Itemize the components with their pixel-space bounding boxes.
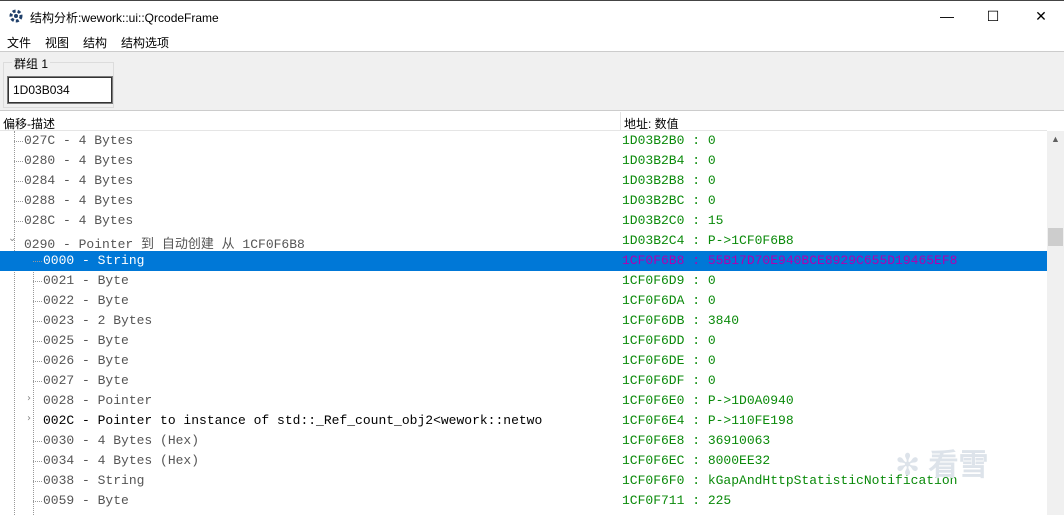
row-description: 0027 - Byte xyxy=(43,373,129,388)
row-description: 028C - 4 Bytes xyxy=(24,213,134,228)
row-value: 1CF0F6E8 : 36910063 xyxy=(622,433,771,448)
row-value: 1D03B2C0 : 15 xyxy=(622,213,724,228)
minimize-button[interactable]: — xyxy=(924,1,970,32)
tree-row[interactable]: 0030 - 4 Bytes (Hex) 1CF0F6E8 : 36910063 xyxy=(0,431,1047,451)
tree-row[interactable]: 027C - 4 Bytes 1D03B2B0 : 0 xyxy=(0,131,1047,151)
row-description: 0284 - 4 Bytes xyxy=(24,173,134,188)
tree-row[interactable]: 0027 - Byte 1CF0F6DF : 0 xyxy=(0,371,1047,391)
tree-connector xyxy=(33,501,42,502)
row-description: 0000 - String xyxy=(43,253,145,268)
row-description: 0028 - Pointer xyxy=(43,393,153,408)
menu-view[interactable]: 视图 xyxy=(45,34,69,51)
row-description: 0021 - Byte xyxy=(43,273,129,288)
tree-connector xyxy=(33,461,42,462)
group-area: 群组 1 1D03B034 xyxy=(0,51,1064,111)
tree-row[interactable]: 0000 - String 1CF0F6B8 : 55B17D70E940BCE8… xyxy=(0,251,1047,271)
menu-structure[interactable]: 结构 xyxy=(83,34,107,51)
tree-row[interactable]: 0023 - 2 Bytes 1CF0F6DB : 3840 xyxy=(0,311,1047,331)
group-label: 群组 1 xyxy=(12,55,51,72)
maximize-button[interactable]: ☐ xyxy=(970,1,1016,32)
tree-connector xyxy=(33,341,42,342)
tree-row[interactable]: 0038 - String 1CF0F6F0 : kGapAndHttpStati… xyxy=(0,471,1047,491)
tree-row[interactable]: 0025 - Byte 1CF0F6DD : 0 xyxy=(0,331,1047,351)
tree-row[interactable]: ⌄ 0290 - Pointer 到 自动创建 从 1CF0F6B8 1D03B2C… xyxy=(0,231,1047,252)
tree-connector xyxy=(33,301,42,302)
tree-connector xyxy=(14,141,23,142)
structure-tree: 027C - 4 Bytes 1D03B2B0 : 0 0280 - 4 Bytes… xyxy=(0,131,1047,515)
vertical-scrollbar[interactable]: ▲ xyxy=(1047,131,1064,515)
row-description: 0288 - 4 Bytes xyxy=(24,193,134,208)
row-description: 0280 - 4 Bytes xyxy=(24,153,134,168)
row-value: 1CF0F6E4 : P->110FE198 xyxy=(622,413,794,428)
title-bar: 结构分析:wework::ui::QrcodeFrame — ☐ ✕ xyxy=(0,0,1064,31)
tree-connector xyxy=(33,441,42,442)
chevron-right-icon[interactable]: › xyxy=(27,393,31,404)
scroll-up-icon[interactable]: ▲ xyxy=(1047,131,1064,148)
tree-connector xyxy=(33,261,42,262)
row-value: 1CF0F6DB : 3840 xyxy=(622,313,740,328)
tree-connector xyxy=(14,221,23,222)
app-gear-icon xyxy=(9,9,23,23)
tree-row[interactable]: 028C - 4 Bytes 1D03B2C0 : 15 xyxy=(0,211,1047,231)
tree-row[interactable]: 0280 - 4 Bytes 1D03B2B4 : 0 xyxy=(0,151,1047,171)
tree-row[interactable]: 0288 - 4 Bytes 1D03B2BC : 0 xyxy=(0,191,1047,211)
menu-structure-options[interactable]: 结构选项 xyxy=(121,34,169,51)
row-value: 1D03B2C4 : P->1CF0F6B8 xyxy=(622,233,794,248)
tree-row[interactable]: 0022 - Byte 1CF0F6DA : 0 xyxy=(0,291,1047,311)
row-description: 0038 - String xyxy=(43,473,145,488)
close-button[interactable]: ✕ xyxy=(1018,1,1064,32)
tree-connector xyxy=(33,321,42,322)
column-header: 偏移-描述 地址: 数值 xyxy=(0,112,1047,131)
row-description: 002C - Pointer to instance of std::_Ref_… xyxy=(43,413,543,428)
row-value: 1D03B2B4 : 0 xyxy=(622,153,716,168)
watermark-logo: ✻ 看雪 xyxy=(895,449,989,482)
row-value: 1D03B2B0 : 0 xyxy=(622,133,716,148)
tree-connector xyxy=(33,281,42,282)
menu-file[interactable]: 文件 xyxy=(7,34,31,51)
row-description: 0022 - Byte xyxy=(43,293,129,308)
row-value: 1CF0F6DF : 0 xyxy=(622,373,716,388)
tree-row[interactable]: › 0028 - Pointer 1CF0F6E0 : P->1D0A0940 xyxy=(0,391,1047,411)
tree-row[interactable]: 0284 - 4 Bytes 1D03B2B8 : 0 xyxy=(0,171,1047,191)
tree-connector xyxy=(14,201,23,202)
window-title: 结构分析:wework::ui::QrcodeFrame xyxy=(30,11,219,25)
address-input[interactable]: 1D03B034 xyxy=(7,76,113,104)
row-value: 1CF0F6D9 : 0 xyxy=(622,273,716,288)
row-description: 0026 - Byte xyxy=(43,353,129,368)
tree-connector xyxy=(33,481,42,482)
chevron-right-icon[interactable]: › xyxy=(27,413,31,424)
group-box: 群组 1 1D03B034 xyxy=(3,55,114,108)
row-description: 027C - 4 Bytes xyxy=(24,133,134,148)
row-description: 0030 - 4 Bytes (Hex) xyxy=(43,433,200,448)
row-value: 1D03B2BC : 0 xyxy=(622,193,716,208)
row-value: 1D03B2B8 : 0 xyxy=(622,173,716,188)
row-value: 1CF0F6DE : 0 xyxy=(622,353,716,368)
tree-connector xyxy=(33,361,42,362)
row-value: 1CF0F6EC : 8000EE32 xyxy=(622,453,771,468)
scroll-thumb[interactable] xyxy=(1048,228,1063,246)
chevron-down-icon[interactable]: ⌄ xyxy=(8,233,16,244)
menu-bar: 文件 视图 结构 结构选项 xyxy=(0,31,1064,51)
column-value-header[interactable]: 地址: 数值 xyxy=(624,115,679,132)
row-description: 0023 - 2 Bytes xyxy=(43,313,153,328)
row-description: 0034 - 4 Bytes (Hex) xyxy=(43,453,200,468)
tree-connector xyxy=(33,381,42,382)
tree-row[interactable]: 0026 - Byte 1CF0F6DE : 0 xyxy=(0,351,1047,371)
column-separator[interactable] xyxy=(620,112,621,131)
tree-connector xyxy=(14,181,23,182)
column-desc-header[interactable]: 偏移-描述 xyxy=(3,115,55,132)
tree-row[interactable]: 0021 - Byte 1CF0F6D9 : 0 xyxy=(0,271,1047,291)
tree-row[interactable]: 0034 - 4 Bytes (Hex) 1CF0F6EC : 8000EE32 xyxy=(0,451,1047,471)
row-value: 1CF0F711 : 225 xyxy=(622,493,732,508)
row-description: 0059 - Byte xyxy=(43,493,129,508)
row-value: 1CF0F6B8 : 55B17D70E940BCE8929C655D19465… xyxy=(622,253,958,268)
row-value: 1CF0F6E0 : P->1D0A0940 xyxy=(622,393,794,408)
row-description: 0025 - Byte xyxy=(43,333,129,348)
tree-row[interactable]: › 002C - Pointer to instance of std::_Ref… xyxy=(0,411,1047,431)
row-value: 1CF0F6DD : 0 xyxy=(622,333,716,348)
tree-row[interactable]: 0059 - Byte 1CF0F711 : 225 xyxy=(0,491,1047,511)
tree-connector xyxy=(14,161,23,162)
row-value: 1CF0F6DA : 0 xyxy=(622,293,716,308)
row-description: 0290 - Pointer 到 自动创建 从 1CF0F6B8 xyxy=(24,237,305,252)
